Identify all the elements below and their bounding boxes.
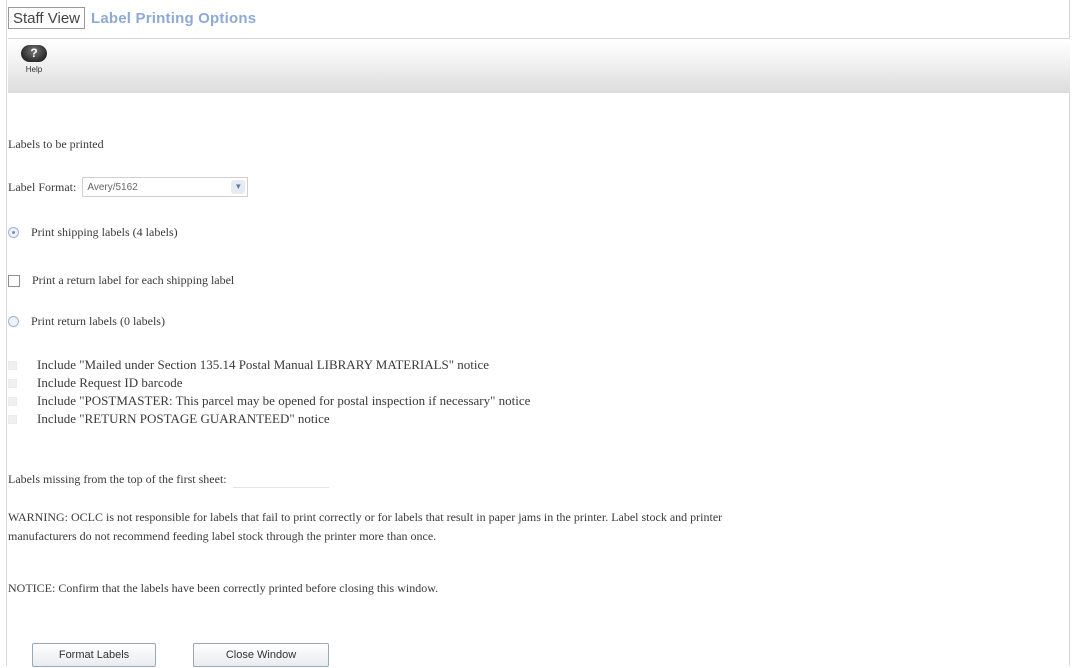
label-format-row: Label Format: Avery/5162 ▼ — [8, 177, 249, 197]
label-format-select[interactable]: Avery/5162 ▼ — [82, 177, 249, 197]
include-mailed-notice-text: Include "Mailed under Section 135.14 Pos… — [37, 357, 490, 372]
chevron-down-icon: ▼ — [231, 180, 246, 194]
include-option-row: Include Request ID barcode — [8, 375, 182, 391]
close-window-button[interactable]: Close Window — [193, 643, 329, 667]
help-label: Help — [25, 65, 43, 74]
notice-message: NOTICE: Confirm that the labels have bee… — [8, 581, 439, 595]
title-bar: Staff View Label Printing Options — [8, 4, 256, 32]
include-return-postage-checkbox[interactable] — [8, 414, 17, 424]
warning-line-2: manufacturers do not recommend feeding l… — [8, 529, 437, 543]
print-return-labels-radio[interactable] — [8, 316, 19, 327]
notice-row: NOTICE: Confirm that the labels have bee… — [8, 581, 438, 596]
labels-missing-row: Labels missing from the top of the first… — [8, 471, 329, 488]
labels-to-be-printed-row: Labels to be printed — [8, 137, 104, 152]
help-button[interactable]: ? Help — [14, 45, 54, 85]
include-postmaster-notice-text: Include "POSTMASTER: This parcel may be … — [37, 393, 531, 408]
print-shipping-labels-text: Print shipping labels (4 labels) — [31, 225, 178, 239]
include-request-id-checkbox[interactable] — [8, 378, 17, 388]
format-labels-button[interactable]: Format Labels — [32, 643, 156, 667]
warning-line-1: WARNING: OCLC is not responsible for lab… — [8, 510, 723, 524]
labels-missing-input[interactable] — [232, 471, 329, 488]
label-format-value: Avery/5162 — [87, 181, 138, 193]
page-title: Label Printing Options — [91, 9, 257, 27]
include-option-row: Include "Mailed under Section 135.14 Pos… — [8, 357, 489, 373]
print-return-each-row: Print a return label for each shipping l… — [8, 273, 234, 288]
print-shipping-labels-radio[interactable] — [8, 227, 19, 238]
warning-message: WARNING: OCLC is not responsible for lab… — [8, 508, 1070, 546]
include-return-postage-text: Include "RETURN POSTAGE GUARANTEED" noti… — [37, 411, 330, 426]
labels-to-be-printed-text: Labels to be printed — [8, 137, 104, 151]
window-frame — [6, 0, 1070, 666]
labels-missing-label: Labels missing from the top of the first… — [8, 472, 227, 486]
print-return-each-checkbox[interactable] — [8, 274, 20, 287]
staff-view-tab[interactable]: Staff View — [8, 7, 85, 29]
print-return-labels-row: Print return labels (0 labels) — [8, 314, 165, 329]
include-mailed-notice-checkbox[interactable] — [8, 360, 17, 370]
include-option-row: Include "RETURN POSTAGE GUARANTEED" noti… — [8, 411, 330, 427]
print-return-each-text: Print a return label for each shipping l… — [32, 273, 235, 287]
label-format-label: Label Format: — [8, 179, 77, 194]
toolbar: ? Help — [8, 38, 1070, 93]
include-postmaster-notice-checkbox[interactable] — [8, 396, 17, 406]
help-icon: ? — [21, 45, 47, 62]
print-shipping-labels-row: Print shipping labels (4 labels) — [8, 225, 178, 240]
print-return-labels-text: Print return labels (0 labels) — [31, 314, 165, 328]
include-option-row: Include "POSTMASTER: This parcel may be … — [8, 393, 530, 409]
include-request-id-text: Include Request ID barcode — [37, 375, 183, 390]
